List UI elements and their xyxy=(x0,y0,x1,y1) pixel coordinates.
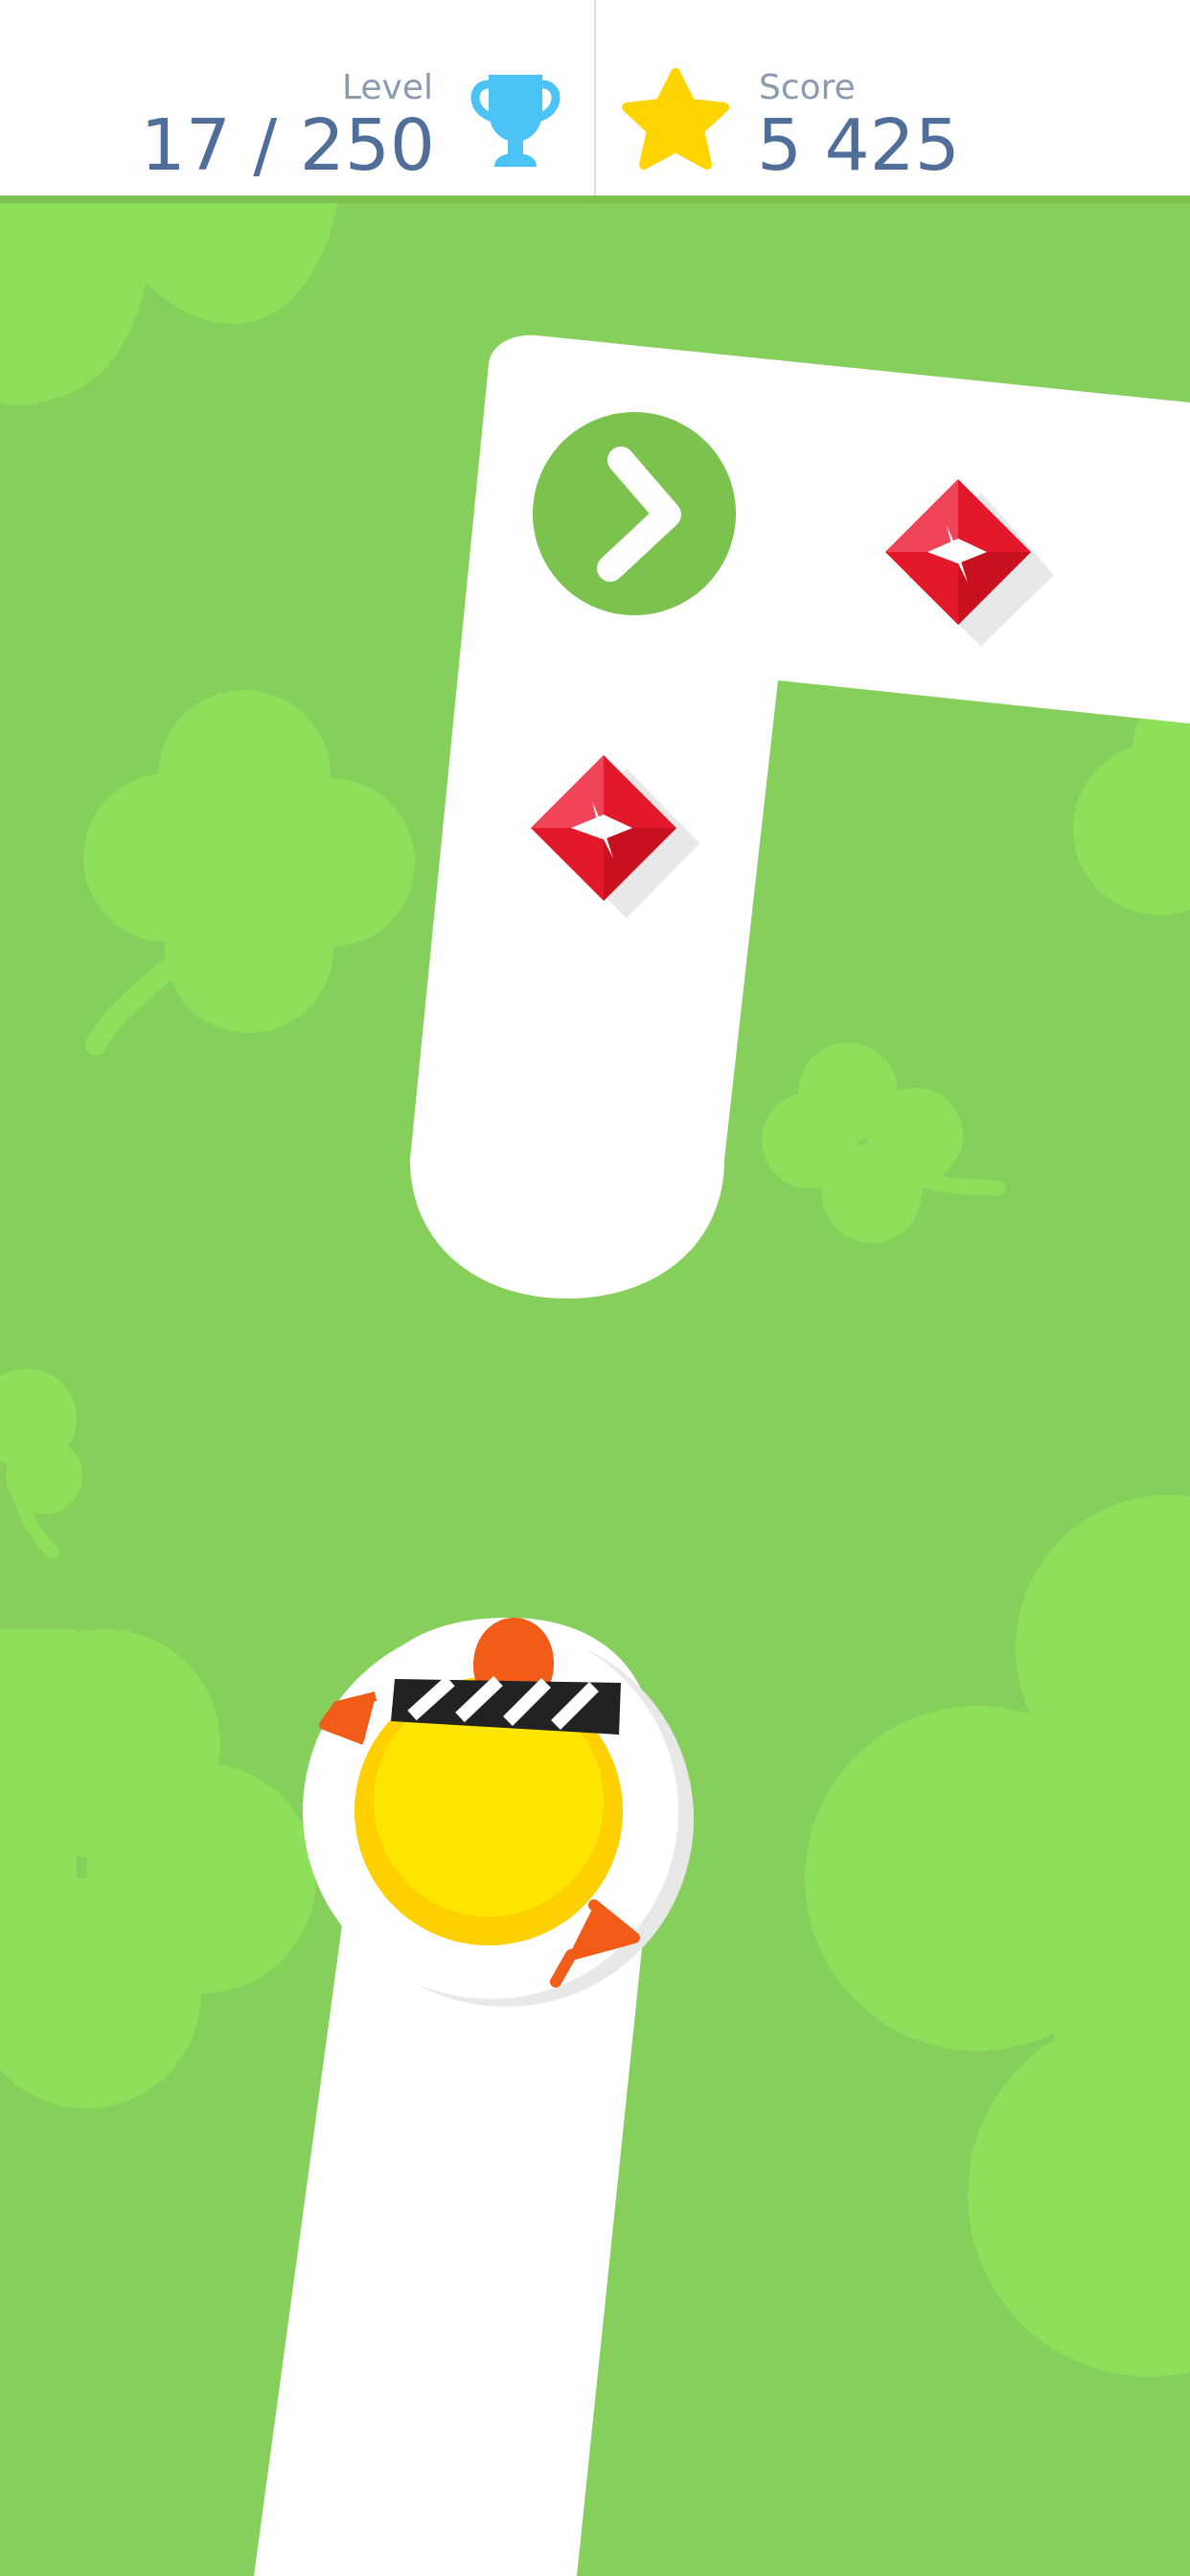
game-field[interactable] xyxy=(0,203,1190,2576)
top-hud: Level 17 / 250 Score 5 425 xyxy=(0,0,1190,203)
trophy-icon xyxy=(470,75,561,167)
score-label: Score xyxy=(759,68,856,107)
level-value: 17 / 250 xyxy=(140,104,435,187)
star-icon xyxy=(622,68,729,170)
score-value: 5 425 xyxy=(757,104,960,187)
checkpoint-button[interactable] xyxy=(533,412,736,615)
hud-divider xyxy=(594,0,596,196)
level-label: Level xyxy=(341,68,433,107)
